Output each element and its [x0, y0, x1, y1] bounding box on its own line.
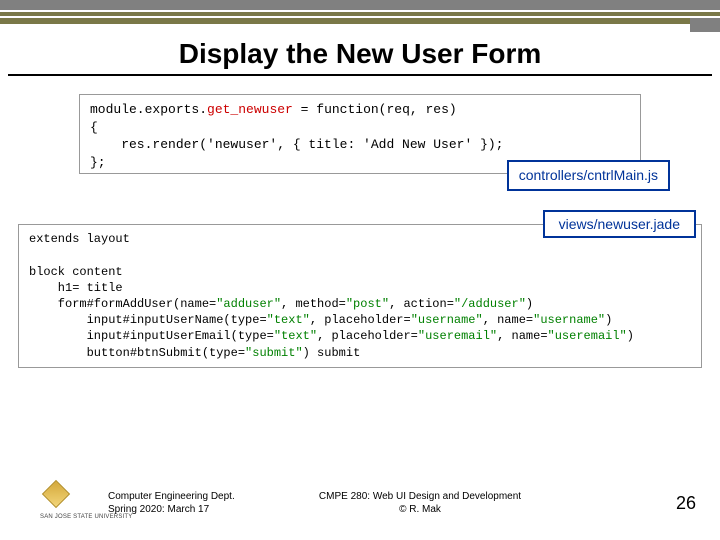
code-line: input#inputUserName(type="text", placeho… — [29, 313, 612, 327]
code-line: h1= title — [29, 281, 123, 295]
code-line: input#inputUserEmail(type="text", placeh… — [29, 329, 634, 343]
code-line: { — [90, 119, 630, 137]
code-line: form#formAddUser(name="adduser", method=… — [29, 297, 533, 311]
logo-icon — [46, 484, 66, 504]
file-badge-view: views/newuser.jade — [543, 210, 696, 238]
decorative-top-bars — [0, 0, 720, 24]
code-line: res.render('newuser', { title: 'Add New … — [90, 136, 630, 154]
code-line: block content — [29, 265, 123, 279]
code-line — [29, 248, 36, 262]
dept-text: Computer Engineering Dept. Spring 2020: … — [108, 490, 235, 516]
code-line: module.exports.get_newuser = function(re… — [90, 101, 630, 119]
course-text: CMPE 280: Web UI Design and Development … — [300, 490, 540, 516]
decorative-chip — [690, 18, 720, 32]
code-view-box: extends layout block content h1= title f… — [18, 224, 702, 368]
slide-title: Display the New User Form — [0, 38, 720, 70]
code-line: extends layout — [29, 232, 130, 246]
title-underline — [8, 74, 712, 76]
highlighted-fn-name: get_newuser — [207, 102, 293, 117]
page-number: 26 — [676, 493, 696, 514]
code-controller-box: module.exports.get_newuser = function(re… — [79, 94, 641, 174]
code-line: button#btnSubmit(type="submit") submit — [29, 346, 360, 360]
file-badge-controller: controllers/cntrlMain.js — [507, 160, 670, 191]
